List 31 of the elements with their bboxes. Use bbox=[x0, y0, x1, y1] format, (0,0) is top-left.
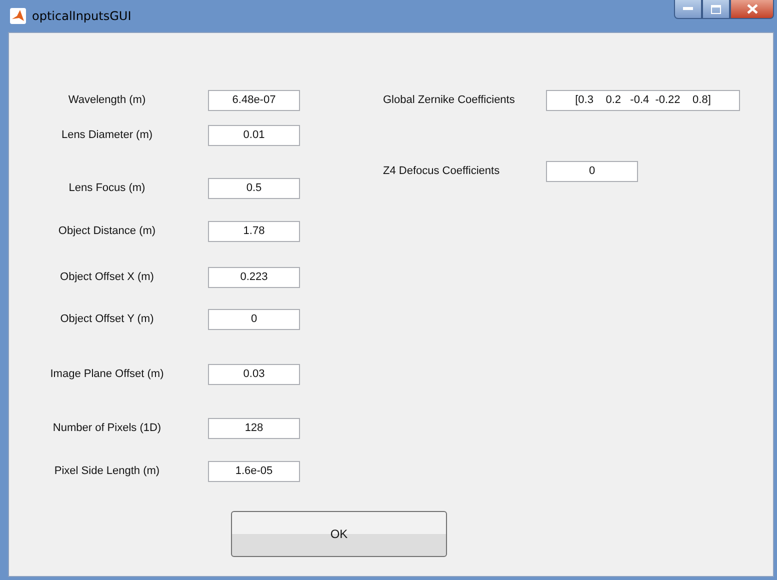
field-label: Object Offset Y (m) bbox=[59, 313, 155, 325]
input-field[interactable]: 6.48e-07 bbox=[208, 90, 300, 110]
maximize-icon bbox=[711, 4, 721, 14]
input-field[interactable]: 1.78 bbox=[208, 220, 300, 242]
minimize-icon bbox=[683, 7, 693, 11]
input-field[interactable]: 1.6e-05 bbox=[208, 460, 300, 482]
input-field[interactable]: [0.3 0.2 -0.4 -0.22 0.8] bbox=[546, 90, 740, 110]
app-icon bbox=[10, 8, 26, 24]
input-field[interactable]: 0.5 bbox=[208, 178, 300, 198]
field-label: Z4 Defocus Coefficients bbox=[382, 165, 501, 177]
input-field[interactable]: 0.01 bbox=[208, 124, 300, 146]
field-label: Pixel Side Length (m) bbox=[53, 465, 161, 477]
field-label: Lens Diameter (m) bbox=[60, 129, 154, 141]
field-label: Object Distance (m) bbox=[57, 225, 157, 237]
field-label: Wavelength (m) bbox=[67, 94, 147, 106]
field-label: Object Offset X (m) bbox=[59, 271, 155, 283]
minimize-button[interactable] bbox=[674, 0, 702, 19]
ok-button[interactable]: OK bbox=[231, 511, 447, 557]
close-icon bbox=[746, 4, 758, 14]
input-field[interactable]: 0 bbox=[546, 160, 638, 182]
field-label: Number of Pixels (1D) bbox=[52, 422, 162, 434]
input-field[interactable]: 0.223 bbox=[208, 266, 300, 288]
field-label: Image Plane Offset (m) bbox=[49, 368, 165, 380]
field-label: Lens Focus (m) bbox=[68, 182, 146, 194]
input-field[interactable]: 128 bbox=[208, 418, 300, 438]
close-button[interactable] bbox=[730, 0, 774, 19]
input-field[interactable]: 0 bbox=[208, 308, 300, 330]
input-field[interactable]: 0.03 bbox=[208, 364, 300, 384]
field-label: Global Zernike Coefficients bbox=[382, 94, 516, 106]
maximize-button[interactable] bbox=[702, 0, 730, 19]
window-title: opticalInputsGUI bbox=[32, 9, 132, 23]
